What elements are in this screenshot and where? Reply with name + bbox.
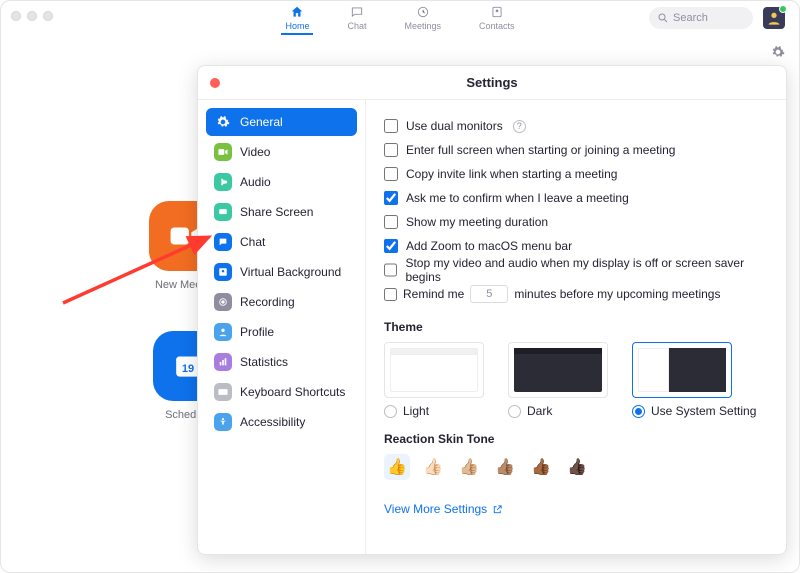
sidebar-label: Keyboard Shortcuts [240, 385, 345, 399]
theme-option-system[interactable]: Use System Setting [632, 342, 756, 418]
nav-label: Chat [347, 21, 366, 31]
skin-tone-1[interactable]: 👍🏻 [420, 454, 446, 480]
search-icon [657, 12, 669, 24]
sidebar-item-audio[interactable]: Audio [206, 168, 357, 196]
profile-icon [214, 323, 232, 341]
settings-content: Use dual monitors? Enter full screen whe… [366, 100, 786, 554]
sidebar-item-keyboard-shortcuts[interactable]: Keyboard Shortcuts [206, 378, 357, 406]
checkbox-fullscreen[interactable]: Enter full screen when starting or joini… [384, 138, 768, 162]
reaction-title: Reaction Skin Tone [384, 432, 768, 446]
checkbox-copy-invite[interactable]: Copy invite link when starting a meeting [384, 162, 768, 186]
skin-tone-row: 👍 👍🏻 👍🏼 👍🏽 👍🏾 👍🏿 [384, 454, 768, 480]
video-icon [214, 143, 232, 161]
theme-option-dark[interactable]: Dark [508, 342, 608, 418]
checkbox-stop-on-sleep[interactable]: Stop my video and audio when my display … [384, 258, 768, 282]
sidebar-item-statistics[interactable]: Statistics [206, 348, 357, 376]
calendar-day: 19 [182, 363, 194, 375]
gear-icon[interactable] [771, 45, 785, 62]
home-icon [290, 5, 304, 21]
sidebar-label: Recording [240, 295, 295, 309]
sidebar-label: Virtual Background [240, 265, 341, 279]
sidebar-item-chat[interactable]: Chat [206, 228, 357, 256]
settings-sidebar: General Video Audio Share Screen Chat Vi… [198, 100, 366, 554]
sidebar-label: Share Screen [240, 205, 313, 219]
sidebar-label: Accessibility [240, 415, 305, 429]
skin-tone-2[interactable]: 👍🏼 [456, 454, 482, 480]
close-icon[interactable] [210, 78, 220, 88]
nav-label: Contacts [479, 21, 515, 31]
nav-label: Home [285, 21, 309, 31]
sidebar-label: Statistics [240, 355, 288, 369]
checkbox-dual-monitors[interactable]: Use dual monitors? [384, 114, 768, 138]
skin-tone-4[interactable]: 👍🏾 [528, 454, 554, 480]
sidebar-item-profile[interactable]: Profile [206, 318, 357, 346]
skin-tone-0[interactable]: 👍 [384, 454, 410, 480]
contacts-icon [490, 5, 504, 21]
checkbox-remind[interactable]: Remind me minutes before my upcoming mee… [384, 282, 768, 306]
background-icon [214, 263, 232, 281]
accessibility-icon [214, 413, 232, 431]
share-icon [214, 203, 232, 221]
stats-icon [214, 353, 232, 371]
sidebar-label: Audio [240, 175, 271, 189]
search-input[interactable]: Search [649, 7, 753, 29]
clock-icon [416, 5, 430, 21]
skin-tone-3[interactable]: 👍🏽 [492, 454, 518, 480]
sidebar-label: General [240, 115, 283, 129]
external-link-icon [492, 504, 503, 515]
checkbox-meeting-duration[interactable]: Show my meeting duration [384, 210, 768, 234]
sidebar-label: Profile [240, 325, 274, 339]
settings-modal: Settings General Video Audio Share Scree… [197, 65, 787, 555]
avatar[interactable] [763, 7, 785, 29]
sidebar-item-recording[interactable]: Recording [206, 288, 357, 316]
sidebar-label: Video [240, 145, 270, 159]
sidebar-item-share-screen[interactable]: Share Screen [206, 198, 357, 226]
record-icon [214, 293, 232, 311]
help-icon[interactable]: ? [513, 120, 526, 133]
sidebar-label: Chat [240, 235, 265, 249]
chat-icon [350, 5, 364, 21]
view-more-settings-link[interactable]: View More Settings [384, 502, 503, 516]
nav-home[interactable]: Home [281, 5, 313, 35]
settings-title: Settings [466, 75, 517, 90]
sidebar-item-virtual-background[interactable]: Virtual Background [206, 258, 357, 286]
nav-meetings[interactable]: Meetings [400, 5, 445, 35]
checkbox-menubar[interactable]: Add Zoom to macOS menu bar [384, 234, 768, 258]
nav-contacts[interactable]: Contacts [475, 5, 519, 35]
theme-option-light[interactable]: Light [384, 342, 484, 418]
sidebar-item-general[interactable]: General [206, 108, 357, 136]
nav-chat[interactable]: Chat [343, 5, 370, 35]
remind-minutes-input[interactable] [470, 285, 508, 303]
audio-icon [214, 173, 232, 191]
theme-title: Theme [384, 320, 768, 334]
skin-tone-5[interactable]: 👍🏿 [564, 454, 590, 480]
sidebar-item-video[interactable]: Video [206, 138, 357, 166]
sidebar-item-accessibility[interactable]: Accessibility [206, 408, 357, 436]
checkbox-confirm-leave[interactable]: Ask me to confirm when I leave a meeting [384, 186, 768, 210]
search-placeholder: Search [673, 12, 708, 24]
nav-label: Meetings [404, 21, 441, 31]
keyboard-icon [214, 383, 232, 401]
chat-icon [214, 233, 232, 251]
